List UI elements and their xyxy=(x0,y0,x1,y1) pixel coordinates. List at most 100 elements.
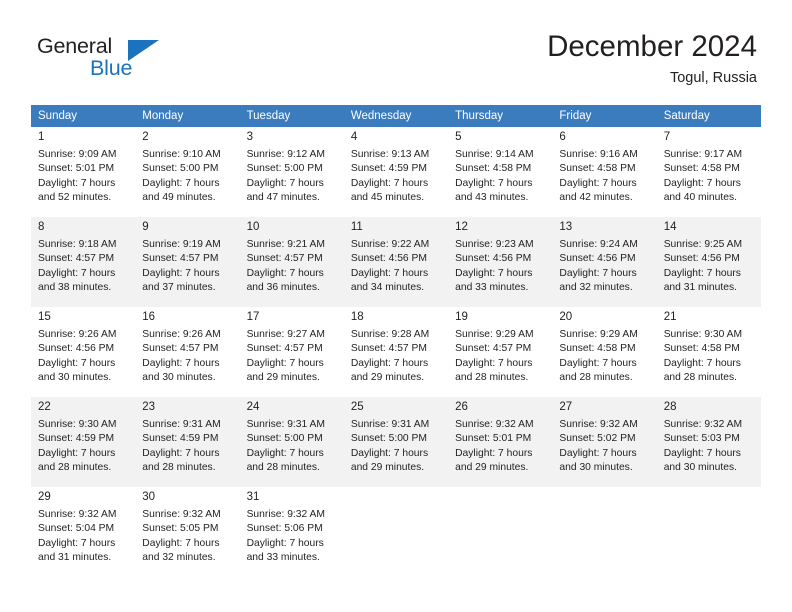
day-cell[interactable]: 4 Sunrise: 9:13 AM Sunset: 4:59 PM Daylight… xyxy=(343,127,449,217)
day-cell[interactable]: 22 Sunrise: 9:30 AM Sunset: 4:59 PM Dayligh… xyxy=(31,397,136,487)
day-cell[interactable]: 7 Sunrise: 9:17 AM Sunset: 4:58 PM Daylight… xyxy=(656,127,761,217)
sunset-text: Sunset: 5:00 PM xyxy=(246,433,323,445)
day-cell[interactable]: 28 Sunrise: 9:32 AM Sunset: 5:03 PM Dayligh… xyxy=(656,397,761,487)
day-number: 20 xyxy=(559,311,573,323)
day-cell[interactable]: 29 Sunrise: 9:32 AM Sunset: 5:04 PM Dayligh… xyxy=(31,487,136,577)
weekday-header-monday: Monday xyxy=(135,105,240,127)
sunset-text: Sunset: 4:58 PM xyxy=(559,163,636,175)
daylight-text-line1: Daylight: 7 hours xyxy=(455,447,533,459)
day-cell[interactable]: 13 Sunrise: 9:24 AM Sunset: 4:56 PM Dayligh… xyxy=(552,217,657,307)
day-cell[interactable]: 19 Sunrise: 9:29 AM Sunset: 4:57 PM Dayligh… xyxy=(448,307,553,397)
daylight-text-line1: Daylight: 7 hours xyxy=(246,537,324,549)
daylight-text-line1: Daylight: 7 hours xyxy=(559,447,637,459)
sunset-text: Sunset: 5:02 PM xyxy=(559,433,636,445)
day-number: 16 xyxy=(142,311,156,323)
day-number: 4 xyxy=(350,131,358,143)
sunrise-text: Sunrise: 9:19 AM xyxy=(142,239,221,250)
sunset-text: Sunset: 4:56 PM xyxy=(559,253,636,265)
daylight-text-line1: Daylight: 7 hours xyxy=(663,357,741,369)
sunrise-text: Sunrise: 9:29 AM xyxy=(455,329,534,340)
sunset-text: Sunset: 4:57 PM xyxy=(142,343,219,355)
sunrise-text: Sunrise: 9:29 AM xyxy=(559,329,638,340)
day-number: 27 xyxy=(559,401,573,413)
sunset-text: Sunset: 4:57 PM xyxy=(38,253,115,265)
day-cell[interactable]: 18 Sunrise: 9:28 AM Sunset: 4:57 PM Dayligh… xyxy=(343,307,449,397)
sunset-text: Sunset: 4:59 PM xyxy=(350,163,427,175)
day-cell[interactable]: 26 Sunrise: 9:32 AM Sunset: 5:01 PM Dayligh… xyxy=(448,397,553,487)
title-block: December 2024 Togul, Russia xyxy=(547,29,757,88)
daylight-text-line2: and 28 minutes. xyxy=(455,372,529,384)
daylight-text-line1: Daylight: 7 hours xyxy=(246,357,324,369)
sunset-text: Sunset: 5:00 PM xyxy=(142,163,219,175)
day-cell[interactable]: 31 Sunrise: 9:32 AM Sunset: 5:06 PM Dayligh… xyxy=(239,487,344,577)
sunrise-text: Sunrise: 9:12 AM xyxy=(246,149,325,160)
day-cell[interactable]: 3 Sunrise: 9:12 AM Sunset: 5:00 PM Daylight… xyxy=(239,127,344,217)
day-cell[interactable]: 2 Sunrise: 9:10 AM Sunset: 5:00 PM Daylight… xyxy=(135,127,240,217)
day-cell[interactable]: 23 Sunrise: 9:31 AM Sunset: 4:59 PM Dayligh… xyxy=(135,397,240,487)
sunrise-text: Sunrise: 9:16 AM xyxy=(559,149,638,160)
sunset-text: Sunset: 4:56 PM xyxy=(38,343,115,355)
day-cell[interactable]: 17 Sunrise: 9:27 AM Sunset: 4:57 PM Dayligh… xyxy=(239,307,344,397)
sunrise-text: Sunrise: 9:25 AM xyxy=(663,239,743,250)
day-cell[interactable]: 6 Sunrise: 9:16 AM Sunset: 4:58 PM Daylight… xyxy=(552,127,657,217)
day-cell[interactable]: 15 Sunrise: 9:26 AM Sunset: 4:56 PM Dayligh… xyxy=(31,307,136,397)
day-cell[interactable]: 14 Sunrise: 9:25 AM Sunset: 4:56 PM Dayligh… xyxy=(656,217,761,307)
day-number: 2 xyxy=(142,131,149,143)
daylight-text-line1: Daylight: 7 hours xyxy=(246,267,324,279)
day-number: 29 xyxy=(38,491,51,503)
brand-logo[interactable]: General Blue xyxy=(35,33,295,89)
day-number: 3 xyxy=(246,131,253,143)
day-cell[interactable]: 12 Sunrise: 9:23 AM Sunset: 4:56 PM Dayligh… xyxy=(448,217,553,307)
calendar-week-row: 15 Sunrise: 9:26 AM Sunset: 4:56 PM Dayligh… xyxy=(31,307,761,397)
sunset-text: Sunset: 4:57 PM xyxy=(350,343,427,355)
sunset-text: Sunset: 5:00 PM xyxy=(350,433,427,445)
daylight-text-line1: Daylight: 7 hours xyxy=(350,447,429,459)
location-subtitle: Togul, Russia xyxy=(669,70,757,86)
sunset-text: Sunset: 4:58 PM xyxy=(663,343,740,355)
day-cell[interactable]: 11 Sunrise: 9:22 AM Sunset: 4:56 PM Dayligh… xyxy=(343,217,449,307)
weekday-header-thursday: Thursday xyxy=(448,105,553,127)
sunset-text: Sunset: 5:05 PM xyxy=(142,523,219,535)
day-cell[interactable]: 9 Sunrise: 9:19 AM Sunset: 4:57 PM Daylight… xyxy=(135,217,240,307)
sunrise-text: Sunrise: 9:32 AM xyxy=(38,509,117,520)
daylight-text-line1: Daylight: 7 hours xyxy=(142,177,220,189)
day-cell[interactable]: 25 Sunrise: 9:31 AM Sunset: 5:00 PM Dayligh… xyxy=(343,397,449,487)
sunrise-text: Sunrise: 9:18 AM xyxy=(38,239,117,250)
day-cell[interactable]: 8 Sunrise: 9:18 AM Sunset: 4:57 PM Daylight… xyxy=(31,217,136,307)
day-cell[interactable]: 21 Sunrise: 9:30 AM Sunset: 4:58 PM Dayligh… xyxy=(656,307,761,397)
sunrise-text: Sunrise: 9:10 AM xyxy=(142,149,221,160)
daylight-text-line1: Daylight: 7 hours xyxy=(350,357,429,369)
day-cell[interactable]: 16 Sunrise: 9:26 AM Sunset: 4:57 PM Dayligh… xyxy=(135,307,240,397)
daylight-text-line2: and 49 minutes. xyxy=(142,192,216,204)
sunset-text: Sunset: 4:57 PM xyxy=(142,253,219,265)
calendar-week-row: 29 Sunrise: 9:32 AM Sunset: 5:04 PM Dayligh… xyxy=(31,487,761,577)
daylight-text-line2: and 28 minutes. xyxy=(246,462,320,474)
day-number: 7 xyxy=(663,131,671,143)
daylight-text-line1: Daylight: 7 hours xyxy=(142,267,220,279)
sunrise-text: Sunrise: 9:32 AM xyxy=(559,419,638,430)
daylight-text-line1: Daylight: 7 hours xyxy=(455,357,533,369)
daylight-text-line1: Daylight: 7 hours xyxy=(350,177,429,189)
day-cell-empty xyxy=(343,487,449,577)
daylight-text-line1: Daylight: 7 hours xyxy=(663,447,741,459)
day-cell[interactable]: 20 Sunrise: 9:29 AM Sunset: 4:58 PM Dayligh… xyxy=(552,307,657,397)
day-cell[interactable]: 24 Sunrise: 9:31 AM Sunset: 5:00 PM Dayligh… xyxy=(239,397,344,487)
day-cell[interactable]: 10 Sunrise: 9:21 AM Sunset: 4:57 PM Dayligh… xyxy=(239,217,344,307)
daylight-text-line2: and 29 minutes. xyxy=(350,462,425,474)
calendar-page: General Blue December 2024 Togul, Russia… xyxy=(0,0,792,612)
sunset-text: Sunset: 4:59 PM xyxy=(142,433,219,445)
daylight-text-line2: and 28 minutes. xyxy=(38,462,112,474)
calendar-table: Sunday Monday Tuesday Wednesday Thursday… xyxy=(31,105,761,577)
day-cell[interactable]: 30 Sunrise: 9:32 AM Sunset: 5:05 PM Dayligh… xyxy=(135,487,240,577)
daylight-text-line1: Daylight: 7 hours xyxy=(663,267,741,279)
sunset-text: Sunset: 4:59 PM xyxy=(38,433,115,445)
day-cell[interactable]: 27 Sunrise: 9:32 AM Sunset: 5:02 PM Dayligh… xyxy=(552,397,657,487)
day-number: 23 xyxy=(142,401,156,413)
sunrise-text: Sunrise: 9:09 AM xyxy=(38,149,117,160)
day-cell[interactable]: 1 Sunrise: 9:09 AM Sunset: 5:01 PM Daylight… xyxy=(31,127,136,217)
day-cell[interactable]: 5 Sunrise: 9:14 AM Sunset: 4:58 PM Daylight… xyxy=(448,127,553,217)
weekday-header-sunday: Sunday xyxy=(31,105,136,127)
day-number: 18 xyxy=(350,311,364,323)
sunset-text: Sunset: 4:58 PM xyxy=(455,163,532,175)
sunset-text: Sunset: 5:04 PM xyxy=(38,523,115,535)
